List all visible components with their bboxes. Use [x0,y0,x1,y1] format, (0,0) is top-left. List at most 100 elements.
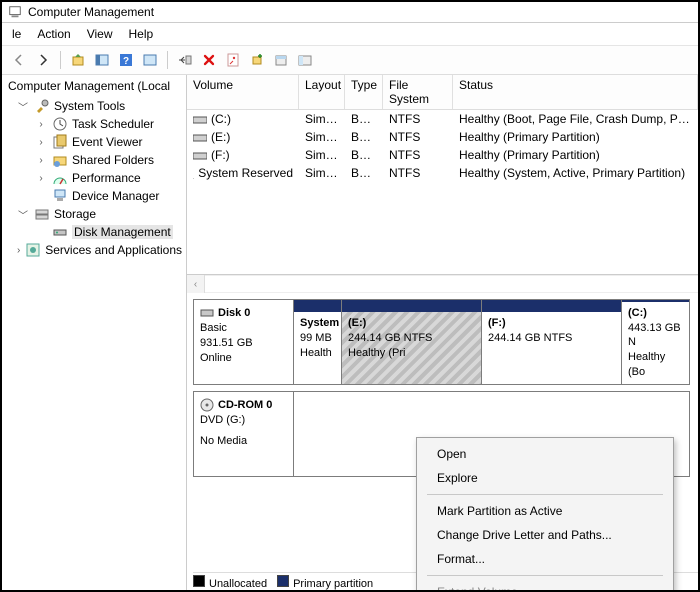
partition-health: Healthy (Pri [348,346,475,361]
menu-bar: le Action View Help [2,23,698,46]
ctx-explore[interactable]: Explore [419,466,671,490]
refresh-button[interactable] [174,49,196,71]
help-button[interactable]: ? [115,49,137,71]
partition-health: Healthy (Bo [628,350,683,380]
menu-action[interactable]: Action [37,27,70,41]
tree-task-scheduler[interactable]: › Task Scheduler [2,115,186,133]
ctx-extend-volume: Extend Volume... [419,580,671,590]
list-item[interactable]: System Reserved Simple Basic NTFS Health… [187,164,698,182]
menu-file[interactable]: le [12,27,21,41]
col-status[interactable]: Status [453,75,698,109]
tree-root-label: Computer Management (Local [8,79,170,93]
tree-device-manager[interactable]: Device Manager [2,187,186,205]
partition-size: 443.13 GB N [628,321,683,351]
col-file-system[interactable]: File System [383,75,453,109]
cell-status: Healthy (System, Active, Primary Partiti… [453,164,698,182]
tree-performance[interactable]: › Performance [2,169,186,187]
disk-0-info[interactable]: Disk 0 Basic 931.51 GB Online [194,300,294,384]
disk-mgmt-icon [52,224,68,240]
expander-icon[interactable]: › [34,137,48,148]
window-title: Computer Management [28,5,154,19]
app-icon [8,5,22,19]
tree-storage[interactable]: ﹀ Storage [2,205,186,223]
list-item[interactable]: (C:) Simple Basic NTFS Healthy (Boot, Pa… [187,110,698,128]
tree-label: Device Manager [72,189,159,203]
properties-button[interactable] [222,49,244,71]
partition-e[interactable]: (E:) 244.14 GB NTFS Healthy (Pri [342,300,482,384]
list-item[interactable]: (F:) Simple Basic NTFS Healthy (Primary … [187,146,698,164]
cell-status: Healthy (Boot, Page File, Crash Dump, Pr… [453,110,698,128]
cell-status: Healthy (Primary Partition) [453,146,698,164]
cell-volume: (E:) [211,130,230,144]
delete-button[interactable] [198,49,220,71]
scroll-left-icon[interactable]: ‹ [187,275,205,293]
expander-icon[interactable]: › [34,173,48,184]
partition-label: (F:) [488,316,615,331]
ctx-format[interactable]: Format... [419,547,671,571]
ctx-mark-active[interactable]: Mark Partition as Active [419,499,671,523]
tree-system-tools[interactable]: ﹀ System Tools [2,97,186,115]
menu-help[interactable]: Help [129,27,154,41]
expander-icon[interactable]: › [34,119,48,130]
action-button-2[interactable] [270,49,292,71]
col-type[interactable]: Type [345,75,383,109]
tree-shared-folders[interactable]: › Shared Folders [2,151,186,169]
show-tree-button[interactable] [91,49,113,71]
tree-label: Event Viewer [72,135,142,149]
partition-header [342,300,481,312]
partition-system-reserved[interactable]: System 99 MB Health [294,300,342,384]
back-button[interactable] [8,49,30,71]
menu-view[interactable]: View [87,27,113,41]
cell-fs: NTFS [383,164,453,182]
toolbar: ? [2,46,698,75]
up-button[interactable] [67,49,89,71]
action-button-1[interactable] [246,49,268,71]
drive-icon [193,114,207,124]
cdrom-name-label: CD-ROM 0 [218,398,272,413]
tree-services-apps[interactable]: › Services and Applications [2,241,186,259]
list-item[interactable]: (E:) Simple Basic NTFS Healthy (Primary … [187,128,698,146]
navigation-tree-pane: Computer Management (Local ﹀ System Tool… [2,75,187,590]
partition-size: 244.14 GB NTFS [488,331,615,346]
tree-root[interactable]: Computer Management (Local [2,77,186,97]
ctx-open[interactable]: Open [419,442,671,466]
expander-icon[interactable]: ﹀ [16,207,30,222]
forward-button[interactable] [32,49,54,71]
disk-type-label: Basic [200,321,287,336]
cell-fs: NTFS [383,128,453,146]
cell-fs: NTFS [383,146,453,164]
tree-disk-management[interactable]: Disk Management [2,223,186,241]
panel-button[interactable] [139,49,161,71]
expander-icon[interactable]: › [34,155,48,166]
device-icon [52,188,68,204]
disk-status-label: Online [200,351,287,366]
separator [427,575,663,576]
partition-header [294,300,341,312]
cell-volume: System Reserved [198,166,293,180]
disk-size-label: 931.51 GB [200,336,287,351]
separator [167,51,168,69]
partition-label: (E:) [348,316,475,331]
folder-share-icon [52,152,68,168]
cell-volume: (F:) [211,148,230,162]
tree-label: Task Scheduler [72,117,154,131]
cdrom-0-info[interactable]: CD-ROM 0 DVD (G:) No Media [194,392,294,476]
col-volume[interactable]: Volume [187,75,299,109]
disk-icon [200,306,214,320]
col-layout[interactable]: Layout [299,75,345,109]
event-icon [52,134,68,150]
partition-label: System [300,316,335,331]
disk-name-label: Disk 0 [218,306,250,321]
title-bar: Computer Management [2,2,698,23]
partition-f[interactable]: (F:) 244.14 GB NTFS [482,300,622,384]
expander-icon[interactable]: › [16,245,21,256]
expander-icon[interactable]: ﹀ [16,99,30,114]
tree-event-viewer[interactable]: › Event Viewer [2,133,186,151]
ctx-change-letter[interactable]: Change Drive Letter and Paths... [419,523,671,547]
cell-type: Basic [345,128,383,146]
separator [60,51,61,69]
horizontal-scrollbar[interactable]: ‹ [187,275,698,293]
services-icon [25,242,41,258]
action-button-3[interactable] [294,49,316,71]
partition-c[interactable]: (C:) 443.13 GB N Healthy (Bo [622,300,689,384]
